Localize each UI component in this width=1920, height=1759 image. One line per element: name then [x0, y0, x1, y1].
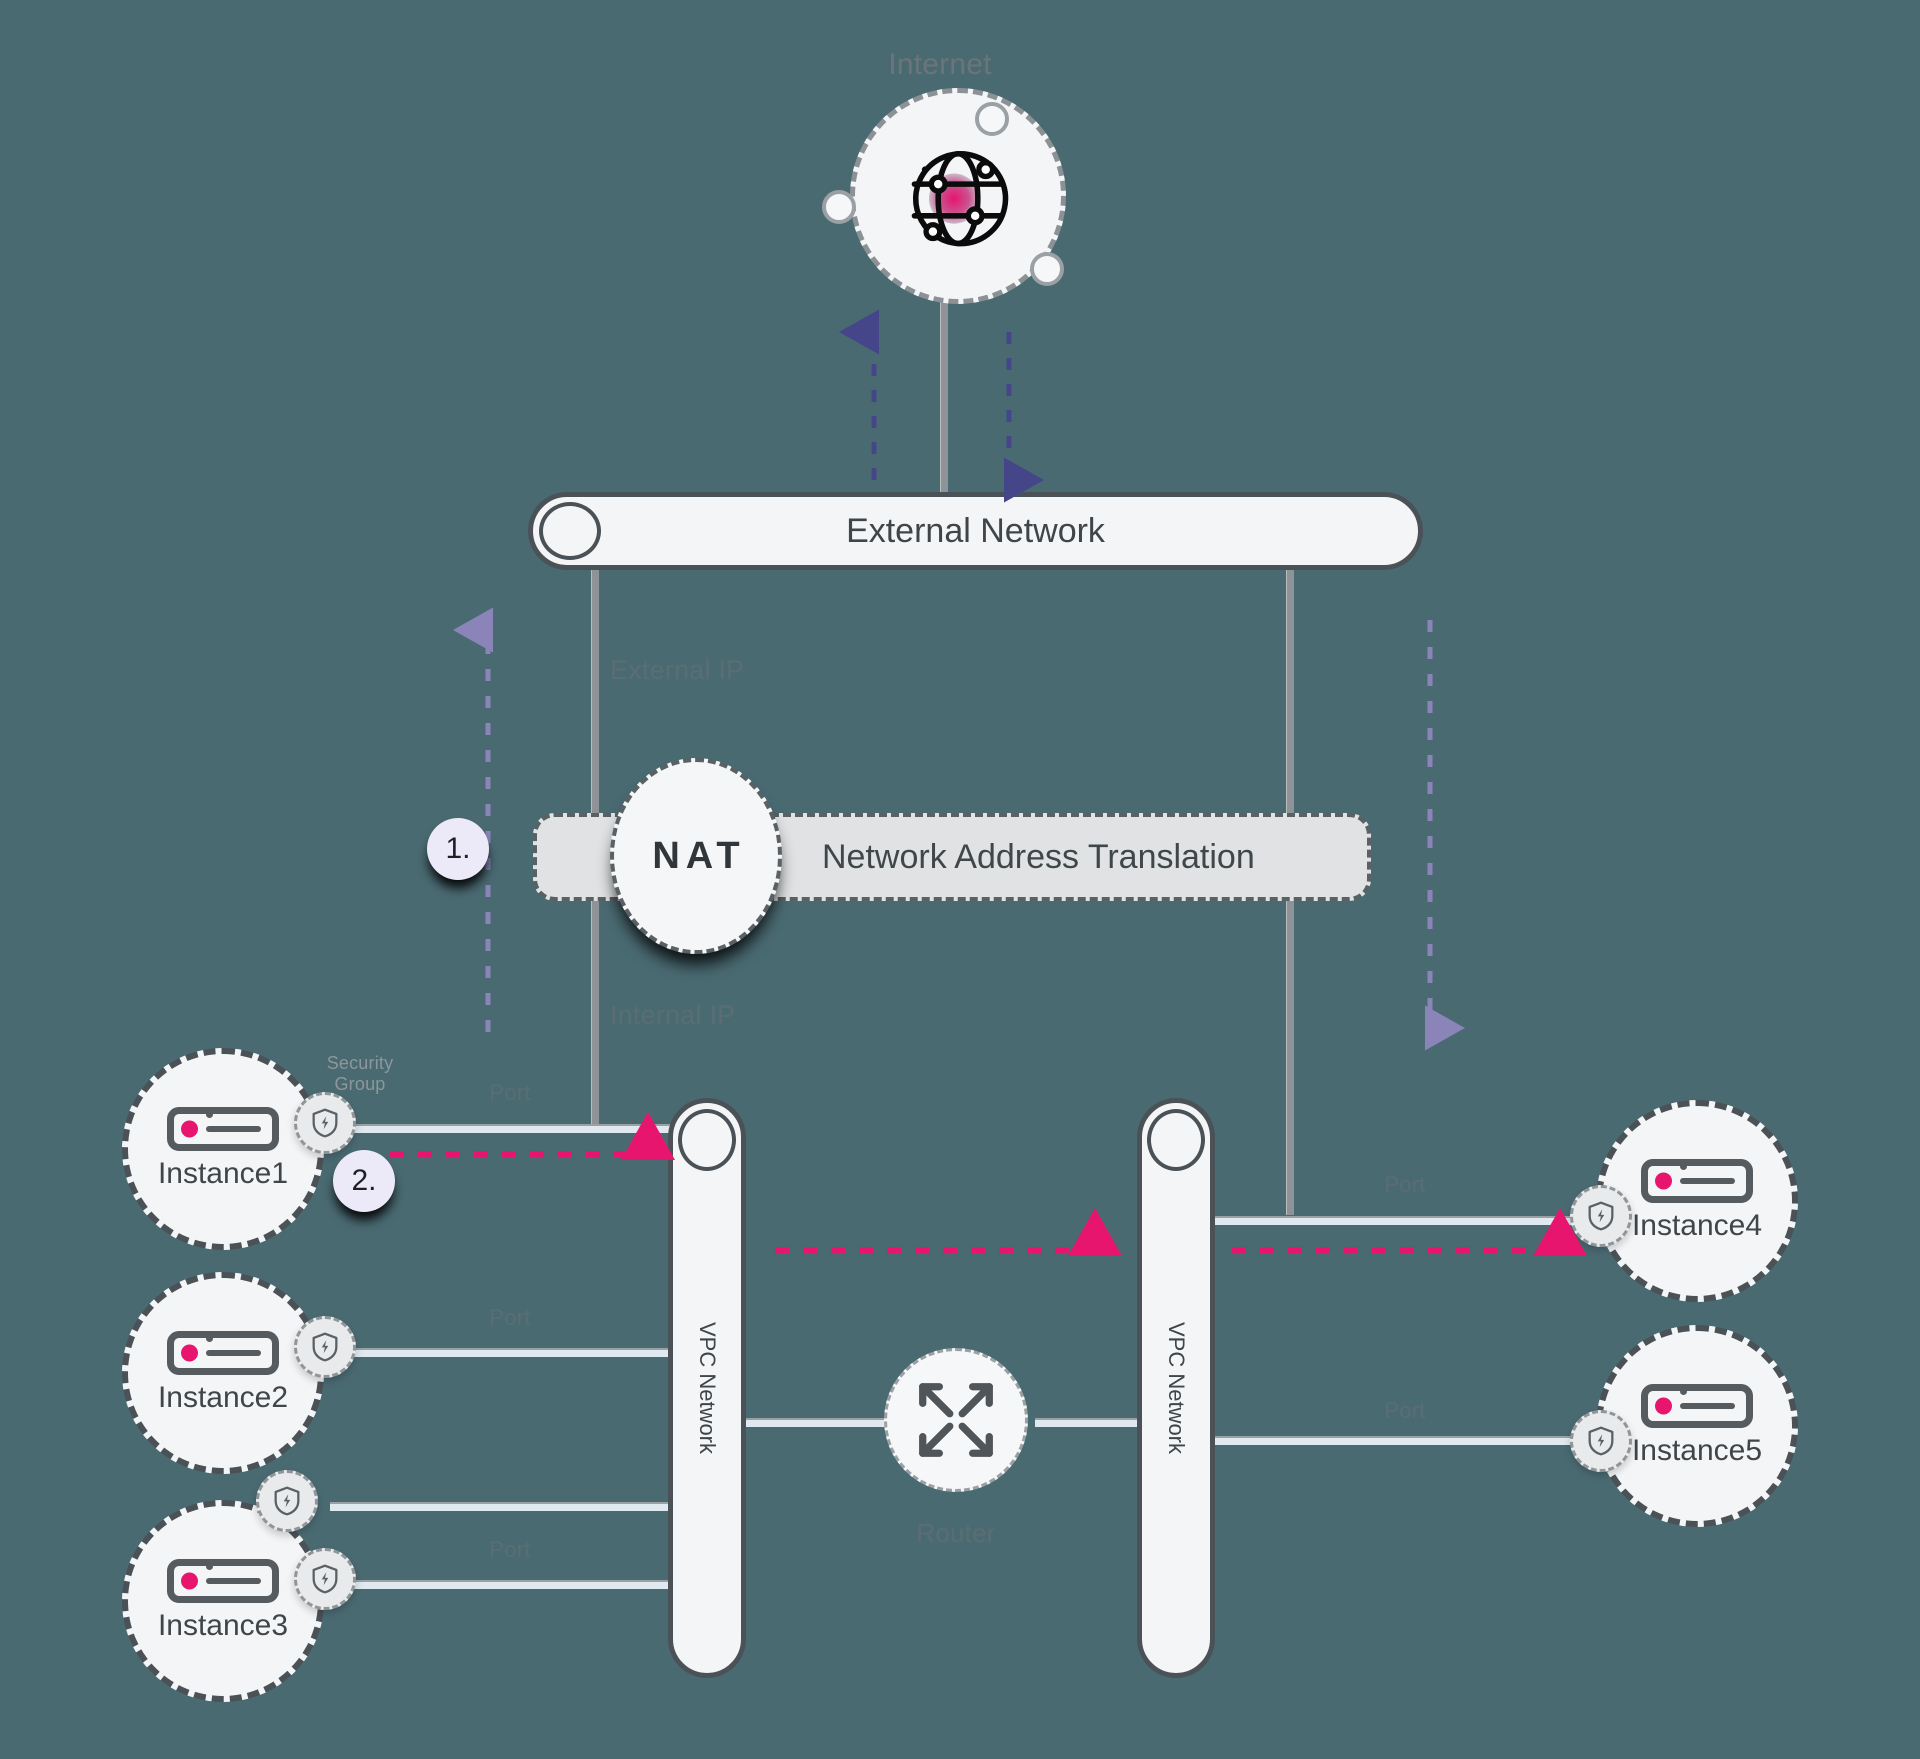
server-led: [181, 1572, 198, 1590]
server-tick: [1680, 1163, 1687, 1170]
link-vpcright-instance5: [1205, 1436, 1595, 1445]
link-instance2-vpc: [330, 1348, 690, 1357]
instance2-label: Instance2: [157, 1381, 289, 1414]
server-led: [181, 1344, 198, 1362]
port-label-instance5: Port: [1384, 1398, 1426, 1423]
cylinder-cap: [1147, 1109, 1205, 1171]
instance1-node[interactable]: Instance1: [122, 1048, 324, 1250]
shield-icon: [312, 1564, 338, 1594]
shield-icon: [312, 1108, 338, 1138]
router-converge-icon: [919, 1383, 993, 1457]
link-internet-external: [940, 285, 948, 520]
server-led: [181, 1120, 198, 1138]
step-marker-2[interactable]: 2.: [333, 1150, 395, 1212]
instance5-security-group-badge[interactable]: [1570, 1410, 1632, 1472]
diagram-canvas: Internet External Network External IP In…: [0, 0, 1920, 1759]
vpc-network-left[interactable]: VPC Network: [668, 1098, 746, 1678]
nat-badge[interactable]: NAT: [610, 758, 782, 954]
instance4-security-group-badge[interactable]: [1570, 1185, 1632, 1247]
link-instance1-vpc: [330, 1124, 690, 1133]
instance3-label: Instance3: [157, 1609, 289, 1642]
link-vpcright-instance4: [1205, 1216, 1595, 1225]
server-tick: [206, 1111, 213, 1118]
nat-badge-label: NAT: [652, 834, 746, 877]
instance2-node[interactable]: Instance2: [122, 1272, 324, 1474]
server-icon: [1641, 1384, 1753, 1428]
server-tick: [1680, 1388, 1687, 1395]
server-icon: [167, 1107, 279, 1151]
instance3-security-group-badge-a[interactable]: [256, 1470, 318, 1532]
server-bar: [1680, 1403, 1735, 1409]
globe-icon: [911, 150, 1009, 247]
shield-icon: [312, 1332, 338, 1362]
server-icon: [167, 1331, 279, 1375]
internet-satellite-left: [822, 190, 856, 224]
external-network-node[interactable]: External Network: [528, 492, 1423, 570]
router-label: Router: [916, 1518, 996, 1548]
step-marker-2-label: 2.: [351, 1164, 377, 1197]
server-bar: [206, 1578, 261, 1584]
instance1-security-group-badge[interactable]: [294, 1092, 356, 1154]
cylinder-cap: [539, 502, 601, 560]
server-icon: [1641, 1159, 1753, 1203]
instance3-security-group-badge-b[interactable]: [294, 1548, 356, 1610]
internet-satellite-top: [975, 102, 1009, 136]
nat-description-label: Network Address Translation: [822, 837, 1255, 876]
vpc-right-label: VPC Network: [1164, 1321, 1190, 1455]
server-led: [1655, 1172, 1672, 1190]
instance5-label: Instance5: [1631, 1434, 1763, 1467]
internet-satellite-right: [1030, 252, 1064, 286]
port-label-instance3: Port: [489, 1537, 531, 1562]
server-bar: [206, 1126, 261, 1132]
server-tick: [206, 1563, 213, 1570]
step-marker-1[interactable]: 1.: [427, 818, 489, 880]
security-group-line2: Group: [334, 1073, 386, 1094]
step-marker-1-label: 1.: [445, 832, 471, 865]
external-network-label: External Network: [846, 511, 1105, 550]
server-bar: [206, 1350, 261, 1356]
security-group-label: Security Group: [290, 1053, 430, 1094]
server-led: [1655, 1397, 1672, 1415]
internet-label: Internet: [888, 48, 992, 81]
vpc-left-label: VPC Network: [695, 1321, 721, 1455]
link-router-vpcright: [1035, 1418, 1140, 1427]
server-bar: [1680, 1178, 1735, 1184]
port-label-instance1: Port: [489, 1080, 531, 1105]
instance2-security-group-badge[interactable]: [294, 1316, 356, 1378]
port-label-instance4: Port: [1384, 1172, 1426, 1197]
server-tick: [206, 1335, 213, 1342]
shield-icon: [274, 1486, 300, 1516]
link-instance3b-vpc: [330, 1580, 690, 1589]
instance1-label: Instance1: [157, 1157, 289, 1190]
external-ip-label: External IP: [610, 655, 745, 685]
instance4-label: Instance4: [1631, 1209, 1763, 1242]
port-label-instance2: Port: [489, 1305, 531, 1330]
cylinder-cap: [678, 1109, 736, 1171]
link-instance3a-vpc: [330, 1502, 690, 1511]
shield-icon: [1588, 1426, 1614, 1456]
vpc-network-right[interactable]: VPC Network: [1137, 1098, 1215, 1678]
server-icon: [167, 1559, 279, 1603]
security-group-line1: Security: [326, 1053, 394, 1073]
internal-ip-label: Internal IP: [610, 1000, 736, 1030]
router-node[interactable]: [884, 1348, 1028, 1492]
shield-icon: [1588, 1201, 1614, 1231]
